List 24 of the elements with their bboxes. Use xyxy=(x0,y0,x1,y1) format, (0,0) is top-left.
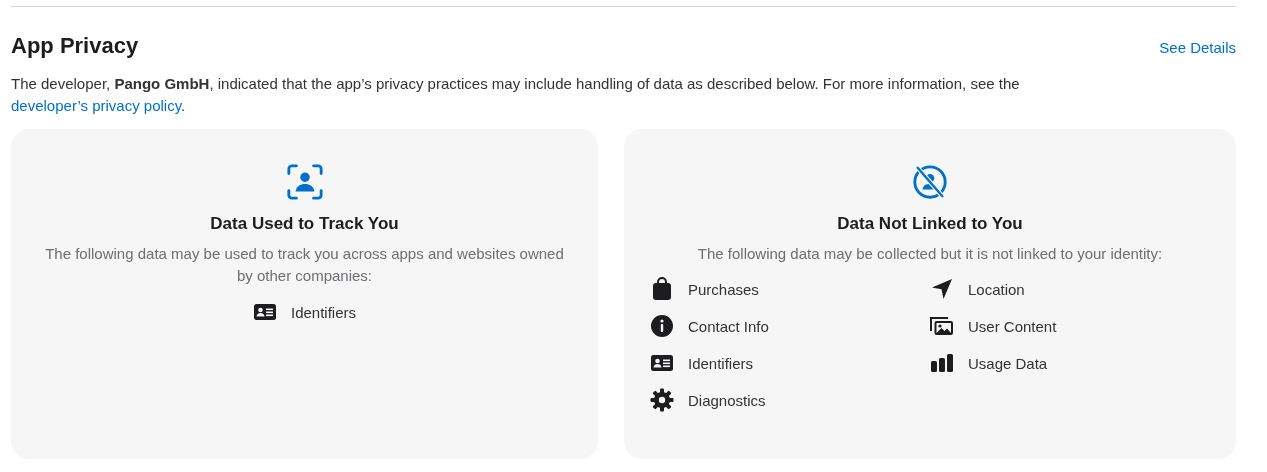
card-title: Data Used to Track You xyxy=(210,214,399,234)
see-details-link[interactable]: See Details xyxy=(1159,39,1236,56)
card-title: Data Not Linked to You xyxy=(837,214,1023,234)
card-description: The following data may be collected but it is not linked to your identity: xyxy=(697,244,1163,264)
data-type-label: Purchases xyxy=(688,280,759,298)
gear-icon xyxy=(650,388,674,412)
info-icon xyxy=(650,314,674,338)
data-type-label: Diagnostics xyxy=(688,391,766,409)
data-type-label: Identifiers xyxy=(688,354,754,372)
data-type-label: User Content xyxy=(968,317,1057,335)
person-crossed-out-icon xyxy=(911,163,949,201)
person-frame-icon xyxy=(285,163,324,201)
photos-icon xyxy=(930,314,954,338)
data-type-label: Identifiers xyxy=(290,303,356,321)
data-type-label: Usage Data xyxy=(968,354,1048,372)
card-description: The following data may be used to track you across apps and websites owned by other companies: xyxy=(44,244,565,286)
location-arrow-icon xyxy=(930,277,954,301)
description-text: The developer, Pango GmbH, indicated that the app’s privacy practices may include handling of data as described below. For more information, see the developer’s privacy policy. xyxy=(11,74,1021,116)
bar-chart-icon xyxy=(930,351,954,375)
shopping-bag-icon xyxy=(650,277,674,301)
privacy-policy-link[interactable]: developer’s privacy policy xyxy=(11,97,182,114)
data-type-label: Contact Info xyxy=(688,317,769,335)
section-title: App Privacy xyxy=(11,33,139,59)
data-type-label: Location xyxy=(968,280,1025,298)
